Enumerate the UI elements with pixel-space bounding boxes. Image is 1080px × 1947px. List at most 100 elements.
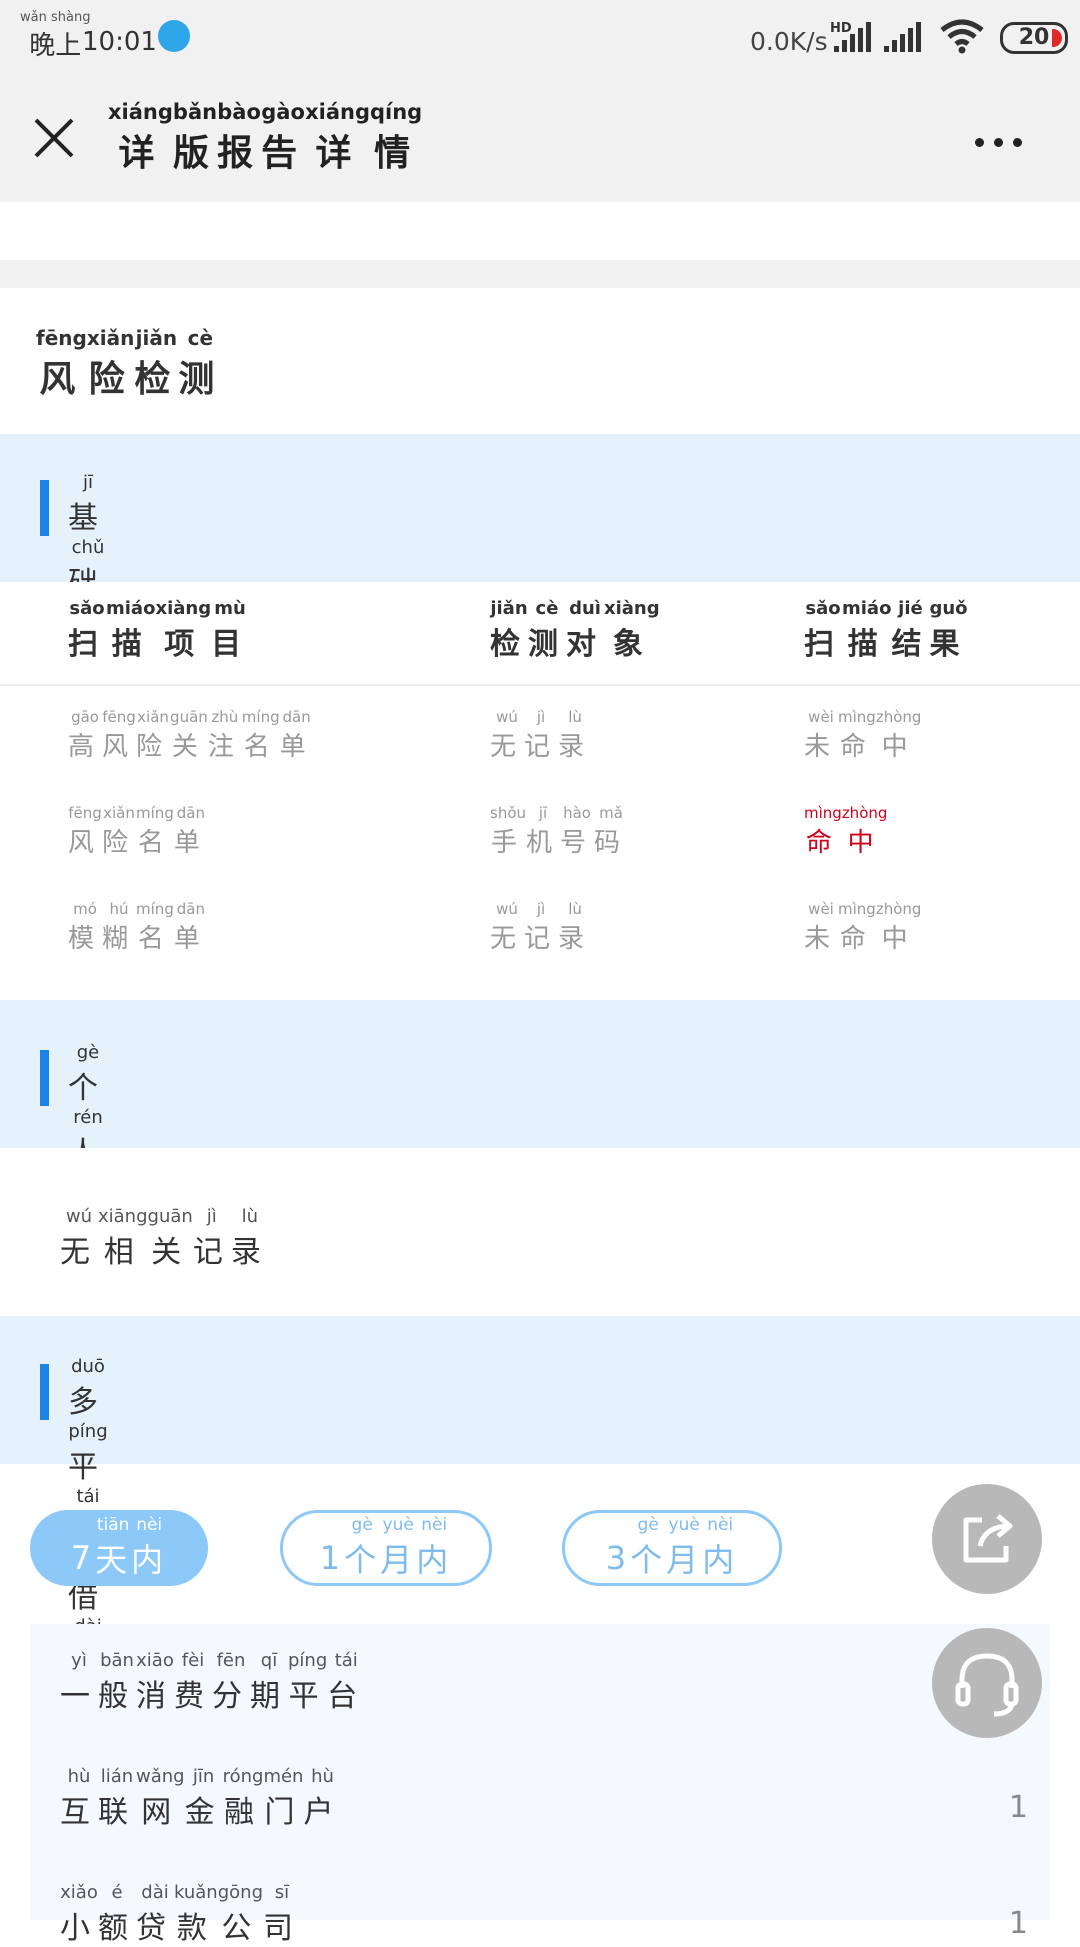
result-cell: mìng 命 zhòng 中 [804,804,887,859]
pinyin: wú [65,1206,93,1227]
tab-char: tiān 天 [95,1515,131,1581]
cell-char: mǎ 码 [594,804,628,859]
hanzi: 果 [929,627,968,662]
pinyin: tái [334,1650,358,1671]
hanzi: 无 [60,1235,98,1270]
content-top [0,202,1080,260]
title-char: qíng 情 [370,100,422,176]
cell-char: dān 单 [174,900,208,955]
platform-char: hù 户 [303,1766,341,1831]
hanzi: 号 [560,828,595,858]
cell-char: xiǎn 险 [102,804,136,859]
section-char: jiǎn 检 [134,326,178,402]
hanzi: 码 [594,828,629,858]
hanzi: 无 [490,732,525,762]
pinyin: qíng [370,100,423,124]
pinyin: cè [535,598,559,619]
hanzi: 中 [881,924,916,954]
pinyin: nèi [136,1515,163,1535]
tab-char: nèi 内 [416,1515,452,1581]
target-cell: shǒu 手 jī 机 hào 号 mǎ 码 [490,804,628,859]
platform-char: é额 [98,1882,136,1947]
status-bar: wǎn shàng 晚上 10:01 0.0K/s HD 20 [0,0,1080,76]
hanzi: 名 [243,732,278,762]
period-tab[interactable]: 3 gè 个 yuè 月 nèi 内 [562,1510,782,1586]
pinyin: gè [637,1515,659,1535]
close-icon[interactable] [28,114,80,166]
pinyin: sī [274,1882,290,1903]
target-cell: wú 无 jì 记 lù 录 [490,708,592,763]
hanzi: 门 [264,1795,303,1830]
share-button[interactable] [932,1484,1042,1594]
hanzi: 中 [881,732,916,762]
hanzi: 联 [98,1795,136,1830]
tab-char: gè 个 [344,1515,380,1581]
clock-text: 10:01 [82,27,157,57]
hanzi: 测 [178,359,223,400]
pinyin: bān [100,1650,134,1671]
tab-number: 1 [319,1539,345,1577]
pinyin: bǎn [172,100,218,124]
col-char: guǒ 果 [929,598,967,663]
pinyin: xiǎn [103,804,135,822]
column-header: sǎo 扫 miáo 描 jié 结 guǒ 果 [804,598,968,663]
pinyin: dān [282,708,311,726]
hanzi: 测 [528,627,566,662]
no-records-text: wú 无 xiāng 相 guān 关 jì 记 lù 录 [60,1206,269,1271]
cell-char: jì 记 [524,708,558,763]
tab-number: 7 [70,1539,96,1577]
hanzi: 月 [380,1541,417,1579]
hanzi: 报 [217,133,262,174]
hanzi: 情 [374,133,419,174]
title-char: gào 告 [261,100,305,176]
col-char: xiàng 象 [604,598,660,663]
accent-bar [40,1050,49,1106]
tab-char: nèi 内 [702,1515,738,1581]
more-dots-icon[interactable] [975,132,1035,152]
hanzi: 记 [524,732,559,762]
pinyin: wèi [808,708,834,726]
col-char: sǎo 扫 [68,598,106,663]
hanzi: 命 [839,924,874,954]
pinyin: guān [170,708,208,726]
platform-char: jīn 金 [185,1766,223,1831]
cell-char: wèi 未 [804,708,838,763]
hanzi: 未 [804,924,839,954]
pinyin: jī [538,804,548,822]
hanzi: 互 [60,1795,98,1830]
hanzi: 命 [839,732,874,762]
hanzi: 小 [60,1911,98,1946]
hanzi: 录 [558,732,593,762]
platform-row-label: xiǎo 小 é 额 dài 贷 kuǎn 款 gōng 公 sī 司 [60,1882,301,1947]
pinyin: guǒ [929,598,968,619]
pinyin: mén [263,1766,304,1787]
hanzi: 无 [490,924,525,954]
pinyin: xiǎo [60,1882,98,1903]
hanzi: 消 [136,1679,174,1714]
cell-char: mó 模 [68,900,102,955]
period-tab[interactable]: 1 gè 个 yuè 月 nèi 内 [280,1510,492,1586]
hanzi: 描 [111,627,150,662]
cell-char: xiǎn 险 [136,708,170,763]
hanzi: 注 [207,732,242,762]
multi-char: duō 多 [68,1356,108,1421]
pinyin: píng [288,1650,328,1671]
hanzi: 未 [804,732,839,762]
pinyin: shǒu [490,804,527,822]
support-button[interactable] [932,1628,1042,1738]
hanzi: 名 [137,924,172,954]
hanzi: 结 [891,627,930,662]
hanzi: 天 [95,1541,132,1579]
app-notification-icon [158,20,190,52]
hanzi: 平 [288,1679,327,1714]
time-han: 晚上 [29,31,82,61]
period-tab[interactable]: 7 tiān 天 nèi 内 [30,1510,208,1586]
cell-char: mìng 命 [838,708,876,763]
platform-char: píng 平 [288,1650,327,1715]
cell-char: hú 糊 [102,900,136,955]
hanzi: 网 [141,1795,180,1830]
pinyin: píng [68,1421,108,1442]
hanzi: 个 [344,1541,381,1579]
pinyin: gè [76,1042,100,1063]
pinyin: chǔ [71,537,105,558]
